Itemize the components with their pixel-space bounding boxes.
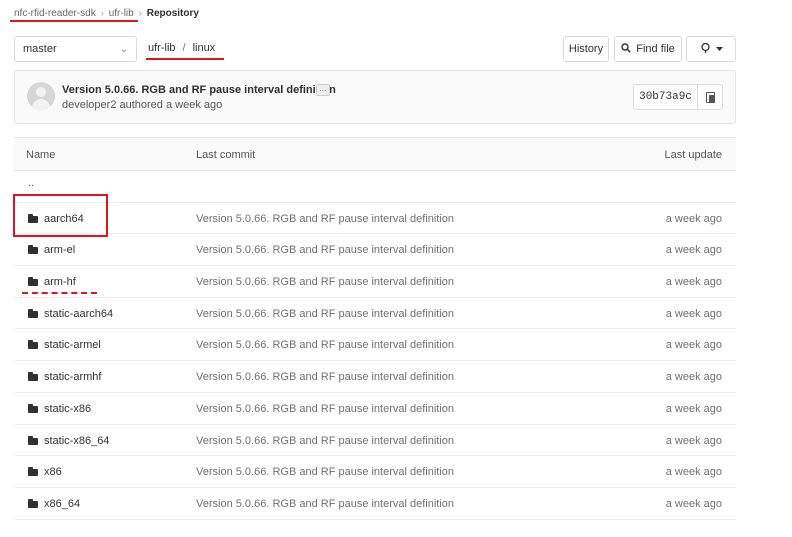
commit-title[interactable]: Version 5.0.66. RGB and RF pause interva… [62,84,336,96]
table-row[interactable]: x86_64 Version 5.0.66. RGB and RF pause i… [14,488,736,520]
last-update-time: a week ago [665,276,722,289]
folder-link[interactable]: static-armel [44,339,101,351]
find-file-button[interactable]: Find file [614,36,682,62]
last-update-time: a week ago [665,371,722,384]
download-icon [700,42,711,56]
last-update-time: a week ago [665,339,722,352]
folder-icon [28,435,38,445]
breadcrumb-item-current: Repository [146,7,199,19]
breadcrumb-item-subproject[interactable]: ufr-lib [109,8,134,19]
parent-directory-link[interactable]: .. [28,177,34,189]
branch-name: master [23,43,57,55]
table-row[interactable]: static-armel Version 5.0.66. RGB and RF p… [14,329,736,362]
table-row-parent[interactable]: .. [14,171,736,203]
folder-link[interactable]: arm-el [44,244,75,256]
chevron-right-icon: › [100,8,104,18]
file-name-cell[interactable]: arm-el [28,244,75,256]
last-update-time: a week ago [665,466,722,479]
last-commit-link[interactable]: Version 5.0.66. RGB and RF pause interva… [196,213,454,225]
last-commit-link[interactable]: Version 5.0.66. RGB and RF pause interva… [196,498,454,510]
table-header: Name Last commit Last update [14,138,736,171]
history-button[interactable]: History [563,36,609,62]
folder-link[interactable]: arm-hf [44,276,76,288]
folder-link[interactable]: static-x86 [44,403,91,415]
commit-sha[interactable]: 30b73a9c [634,85,698,109]
table-row[interactable]: static-aarch64 Version 5.0.66. RGB and RF… [14,298,736,330]
annotation-dashed-underline [22,292,97,294]
table-row[interactable]: static-armhf Version 5.0.66. RGB and RF p… [14,361,736,393]
table-row[interactable]: static-x86_64 Version 5.0.66. RGB and RF … [14,425,736,457]
header-last-update: Last update [664,149,723,161]
breadcrumb-item-project[interactable]: nfc-rfid-reader-sdk [14,8,96,19]
last-commit-link[interactable]: Version 5.0.66. RGB and RF pause interva… [196,276,454,288]
chevron-down-icon: ⌄ [119,43,128,55]
file-name-cell[interactable]: static-x86 [28,403,91,415]
last-update-time: a week ago [665,497,722,510]
path-segment-ufr-lib[interactable]: ufr-lib [148,42,176,54]
path-segment-linux[interactable]: linux [193,42,216,54]
last-commit-link[interactable]: Version 5.0.66. RGB and RF pause interva… [196,244,454,256]
history-button-label: History [568,43,604,55]
folder-icon [28,245,38,255]
header-last-commit: Last commit [196,149,256,161]
table-body: aarch64 Version 5.0.66. RGB and RF pause … [14,203,736,520]
file-name-cell[interactable]: static-x86_64 [28,435,109,447]
branch-select[interactable]: master ⌄ [14,36,137,62]
search-icon [621,42,631,56]
file-name-cell[interactable]: arm-hf [28,276,76,288]
header-name: Name [26,149,56,161]
chevron-right-icon: › [138,8,142,18]
copy-icon [705,91,715,103]
last-update-time: a week ago [665,402,722,415]
repository-path: ufr-lib / linux [148,42,215,54]
table-row[interactable]: x86 Version 5.0.66. RGB and RF pause inte… [14,456,736,488]
annotation-breadcrumb-underline [10,20,138,22]
table-row[interactable]: static-x86 Version 5.0.66. RGB and RF pau… [14,393,736,425]
last-commit-link[interactable]: Version 5.0.66. RGB and RF pause interva… [196,371,454,383]
last-commit-link[interactable]: Version 5.0.66. RGB and RF pause interva… [196,339,454,351]
file-tree-table: Name Last commit Last update .. aarch64 V… [14,137,736,520]
last-commit-link[interactable]: Version 5.0.66. RGB and RF pause interva… [196,403,454,415]
commit-sha-group: 30b73a9c [633,84,723,110]
last-commit-link[interactable]: Version 5.0.66. RGB and RF pause interva… [196,435,454,447]
clone-dropdown-button[interactable] [686,36,736,62]
last-commit-link[interactable]: Version 5.0.66. RGB and RF pause interva… [196,308,454,320]
breadcrumb: nfc-rfid-reader-sdk › ufr-lib › Reposito… [14,6,199,20]
last-update-time: a week ago [665,212,722,225]
file-name-cell[interactable]: x86 [28,466,62,478]
last-update-time: a week ago [665,307,722,320]
folder-icon [28,403,38,413]
folder-link[interactable]: x86_64 [44,498,80,510]
table-row[interactable]: arm-el Version 5.0.66. RGB and RF pause i… [14,234,736,267]
file-name-cell[interactable]: static-armel [28,339,101,351]
last-update-time: a week ago [665,434,722,447]
annotation-path-underline [146,58,224,60]
folder-icon [28,498,38,508]
file-name-cell[interactable]: static-armhf [28,371,101,383]
folder-icon [28,372,38,382]
folder-link[interactable]: static-aarch64 [44,308,113,320]
file-name-cell[interactable]: static-aarch64 [28,308,113,320]
path-separator: / [182,42,186,54]
folder-icon [28,308,38,318]
avatar[interactable] [27,82,55,110]
folder-link[interactable]: static-x86_64 [44,435,109,447]
annotation-highlight-box [13,194,108,237]
commit-expand-button[interactable]: ... [316,84,330,96]
folder-icon [28,340,38,350]
file-name-cell[interactable]: x86_64 [28,498,80,510]
last-commit-link[interactable]: Version 5.0.66. RGB and RF pause interva… [196,466,454,478]
commit-author-line: developer2 authored a week ago [62,99,223,111]
find-file-button-label: Find file [636,43,675,55]
folder-link[interactable]: static-armhf [44,371,101,383]
last-commit-panel: Version 5.0.66. RGB and RF pause interva… [14,70,736,124]
last-update-time: a week ago [665,244,722,257]
copy-sha-button[interactable] [698,85,722,109]
folder-icon [28,467,38,477]
table-row[interactable]: arm-hf Version 5.0.66. RGB and RF pause i… [14,266,736,298]
table-row[interactable]: aarch64 Version 5.0.66. RGB and RF pause … [14,203,736,235]
chevron-down-icon [715,43,723,55]
folder-icon [28,277,38,287]
folder-link[interactable]: x86 [44,466,62,478]
